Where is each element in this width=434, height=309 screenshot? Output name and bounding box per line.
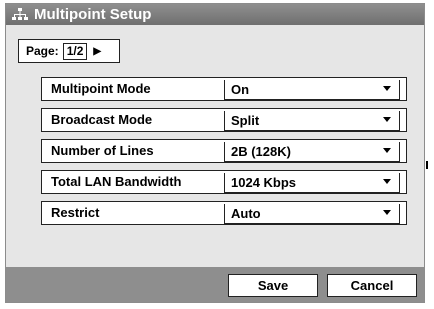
setting-label: Number of Lines — [51, 143, 154, 158]
scroll-indicator — [426, 161, 428, 169]
setting-row-restrict: Restrict Auto — [41, 201, 407, 225]
cancel-button[interactable]: Cancel — [327, 274, 417, 297]
dropdown-value: On — [231, 82, 250, 97]
page-number: 1/2 — [62, 42, 88, 60]
setting-label: Multipoint Mode — [51, 81, 151, 96]
setting-row-multipoint-mode: Multipoint Mode On — [41, 77, 407, 101]
title-bar: Multipoint Setup — [6, 4, 424, 25]
chevron-down-icon — [383, 148, 391, 153]
page-label: Page: — [26, 44, 59, 58]
settings-list: Multipoint Mode On Broadcast Mode Split … — [41, 77, 407, 232]
button-bar: Save Cancel — [6, 267, 424, 302]
page-selector[interactable]: Page: 1/2 ▶ — [18, 39, 120, 63]
total-lan-bandwidth-dropdown[interactable]: 1024 Kbps — [224, 173, 400, 193]
window-title: Multipoint Setup — [34, 6, 152, 23]
chevron-down-icon — [383, 117, 391, 122]
setting-label: Broadcast Mode — [51, 112, 153, 127]
save-button[interactable]: Save — [228, 274, 318, 297]
multipoint-setup-window: Multipoint Setup Page: 1/2 ▶ Multipoint … — [5, 3, 425, 303]
broadcast-mode-dropdown[interactable]: Split — [224, 111, 400, 131]
setting-row-broadcast-mode: Broadcast Mode Split — [41, 108, 407, 132]
dropdown-value: 1024 Kbps — [231, 175, 297, 190]
dropdown-value: Split — [231, 113, 260, 128]
restrict-dropdown[interactable]: Auto — [224, 204, 400, 224]
dropdown-value: Auto — [231, 206, 261, 221]
number-of-lines-dropdown[interactable]: 2B (128K) — [224, 142, 400, 162]
setting-row-number-of-lines: Number of Lines 2B (128K) — [41, 139, 407, 163]
dropdown-value: 2B (128K) — [231, 144, 291, 159]
network-icon — [9, 4, 31, 25]
setting-label: Total LAN Bandwidth — [51, 174, 182, 189]
chevron-down-icon — [383, 210, 391, 215]
chevron-down-icon — [383, 179, 391, 184]
setting-label: Restrict — [51, 205, 100, 220]
triangle-right-icon[interactable]: ▶ — [93, 46, 101, 57]
chevron-down-icon — [383, 86, 391, 91]
multipoint-mode-dropdown[interactable]: On — [224, 80, 400, 100]
setting-row-total-lan-bandwidth: Total LAN Bandwidth 1024 Kbps — [41, 170, 407, 194]
